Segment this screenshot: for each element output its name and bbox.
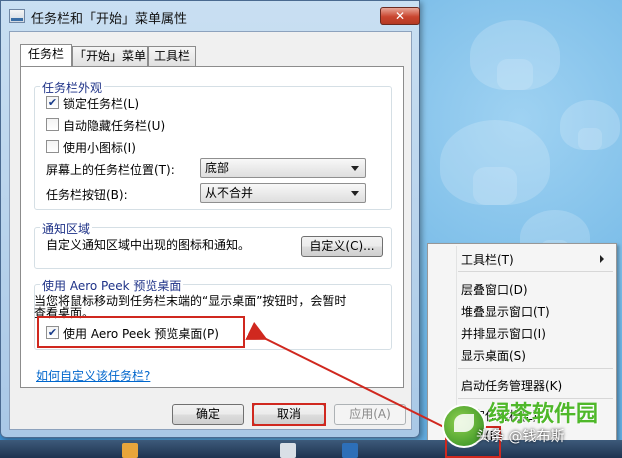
tab-taskbar[interactable]: 任务栏	[20, 44, 72, 66]
watermark-subtitle: 头条 @钱布斯	[476, 429, 565, 445]
watermark-title: 绿茶软件园	[488, 402, 599, 427]
watermark: 绿茶软件园 头条 @钱布斯	[440, 392, 622, 458]
annotation-arrow	[245, 321, 457, 434]
